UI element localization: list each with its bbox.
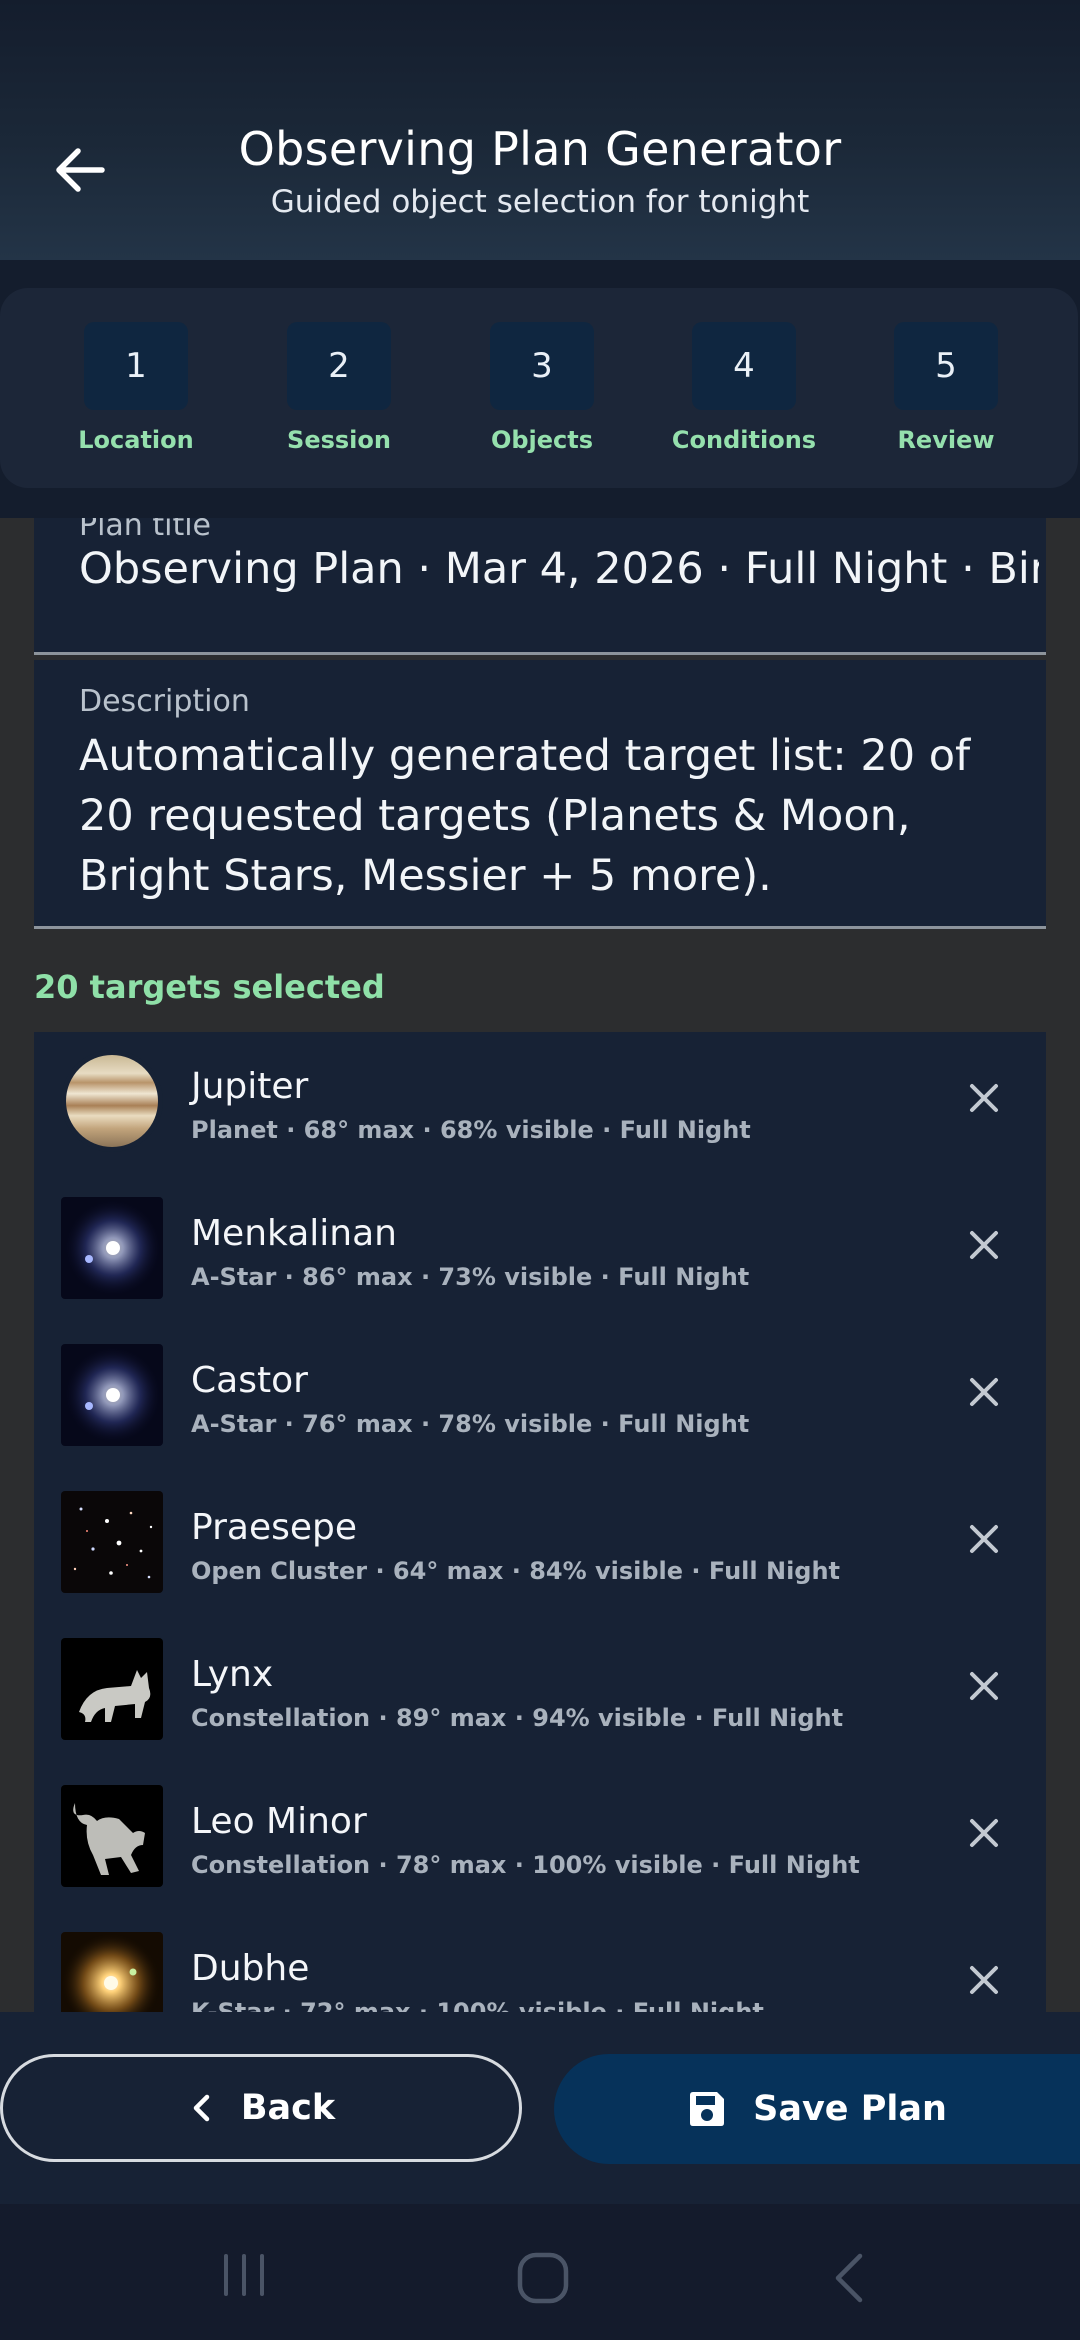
step-number: 4: [692, 322, 796, 410]
list-item[interactable]: Dubhe K-Star · 72° max · 100% visible · …: [34, 1914, 1046, 2012]
description-label: Description: [79, 684, 250, 719]
target-meta: Open Cluster · 64° max · 84% visible · F…: [191, 1557, 841, 1585]
target-name: Dubhe: [191, 1948, 310, 1989]
lynx-thumb: [61, 1638, 163, 1740]
target-meta: Constellation · 89° max · 94% visible · …: [191, 1704, 844, 1732]
list-item[interactable]: Castor A-Star · 76° max · 78% visible · …: [34, 1326, 1046, 1473]
step-label: Objects: [490, 426, 594, 454]
step-location[interactable]: 1 Location: [56, 322, 216, 454]
step-number: 2: [287, 322, 391, 410]
list-item[interactable]: Praesepe Open Cluster · 64° max · 84% vi…: [34, 1473, 1046, 1620]
close-icon[interactable]: [964, 1813, 1004, 1853]
plan-title-field[interactable]: Plan title Observing Plan · Mar 4, 2026 …: [34, 518, 1046, 655]
back-nav-icon[interactable]: [826, 2250, 872, 2306]
step-conditions[interactable]: 4 Conditions: [664, 322, 824, 454]
step-number: 1: [84, 322, 188, 410]
back-button[interactable]: Back: [0, 2054, 522, 2162]
step-number: 5: [894, 322, 998, 410]
app-header: Observing Plan Generator Guided object s…: [0, 0, 1080, 260]
floppy-disk-icon: [690, 2092, 725, 2126]
target-meta: A-Star · 86° max · 73% visible · Full Ni…: [191, 1263, 750, 1291]
step-label: Location: [78, 426, 194, 454]
save-plan-label: Save Plan: [753, 2089, 947, 2129]
close-icon[interactable]: [964, 1078, 1004, 1118]
wizard-stepper: 1 Location 2 Session 3 Objects 4 Conditi…: [0, 288, 1078, 488]
plan-title-input[interactable]: Observing Plan · Mar 4, 2026 · Full Nigh…: [79, 544, 1039, 594]
description-field[interactable]: Description Automatically generated targ…: [34, 660, 1046, 929]
step-session[interactable]: 2 Session: [259, 322, 419, 454]
targets-count: 20 targets selected: [34, 968, 385, 1006]
target-name: Leo Minor: [191, 1801, 367, 1842]
target-list: Jupiter Planet · 68° max · 68% visible ·…: [34, 1032, 1046, 2012]
leo-minor-thumb: [61, 1785, 163, 1887]
list-item[interactable]: Jupiter Planet · 68° max · 68% visible ·…: [34, 1032, 1046, 1179]
close-icon[interactable]: [964, 1666, 1004, 1706]
description-input[interactable]: Automatically generated target list: 20 …: [79, 726, 1009, 906]
target-meta: Planet · 68° max · 68% visible · Full Ni…: [191, 1116, 751, 1144]
list-item[interactable]: Menkalinan A-Star · 86° max · 73% visibl…: [34, 1179, 1046, 1326]
home-icon[interactable]: [515, 2250, 571, 2306]
planet-thumb: [61, 1050, 163, 1152]
close-icon[interactable]: [964, 1519, 1004, 1559]
step-label: Session: [287, 426, 391, 454]
recent-apps-icon[interactable]: [218, 2250, 270, 2300]
back-button-label: Back: [240, 2088, 336, 2128]
target-meta: K-Star · 72° max · 100% visible · Full N…: [191, 1998, 764, 2012]
list-item[interactable]: Leo Minor Constellation · 78° max · 100%…: [34, 1767, 1046, 1914]
close-icon[interactable]: [964, 1225, 1004, 1265]
step-label: Review: [897, 426, 995, 454]
target-name: Praesepe: [191, 1507, 357, 1548]
target-meta: A-Star · 76° max · 78% visible · Full Ni…: [191, 1410, 750, 1438]
target-name: Menkalinan: [191, 1213, 397, 1254]
list-item[interactable]: Lynx Constellation · 89° max · 94% visib…: [34, 1620, 1046, 1767]
review-content[interactable]: Plan title Observing Plan · Mar 4, 2026 …: [0, 518, 1080, 2012]
star-thumb: [61, 1344, 163, 1446]
target-name: Lynx: [191, 1654, 274, 1695]
close-icon[interactable]: [964, 1372, 1004, 1412]
k-star-thumb: [61, 1932, 163, 2012]
step-objects[interactable]: 3 Objects: [462, 322, 622, 454]
target-name: Castor: [191, 1360, 308, 1401]
star-thumb: [61, 1197, 163, 1299]
plan-title-label: Plan title: [79, 518, 212, 543]
target-name: Jupiter: [191, 1066, 309, 1107]
cluster-thumb: [61, 1491, 163, 1593]
step-number: 3: [490, 322, 594, 410]
system-navigation-bar: [0, 2204, 1080, 2340]
action-bar: Back Save Plan: [0, 2012, 1080, 2204]
save-plan-button[interactable]: Save Plan: [554, 2054, 1080, 2164]
step-label: Conditions: [671, 426, 817, 454]
page-title: Observing Plan Generator: [238, 122, 842, 176]
chevron-left-icon: [193, 2094, 210, 2122]
page-subtitle: Guided object selection for tonight: [270, 184, 810, 220]
close-icon[interactable]: [964, 1960, 1004, 2000]
target-meta: Constellation · 78° max · 100% visible ·…: [191, 1851, 860, 1879]
step-review[interactable]: 5 Review: [866, 322, 1026, 454]
